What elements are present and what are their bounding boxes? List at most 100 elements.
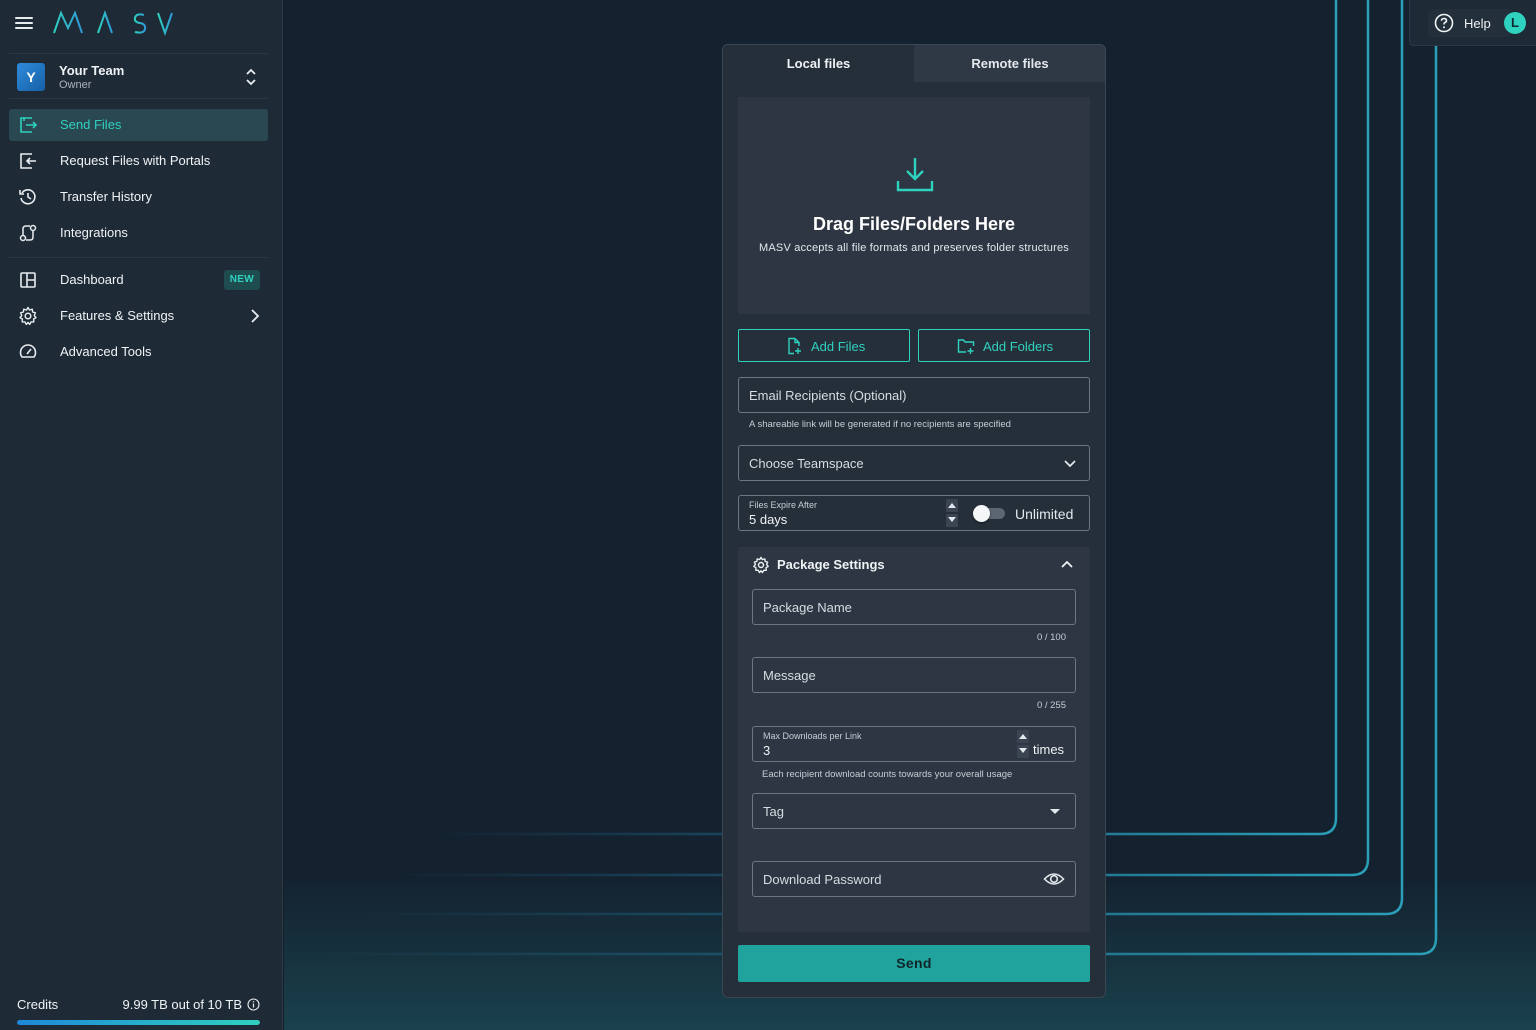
chevron-up-icon	[1061, 560, 1073, 568]
add-folders-label: Add Folders	[983, 339, 1054, 354]
team-name: Your Team	[59, 63, 125, 78]
credits-progress-bar	[17, 1020, 260, 1025]
team-switcher[interactable]: Y Your Team Owner	[9, 53, 268, 99]
sidebar: Y Your Team Owner Send Files Request Fil…	[0, 0, 283, 1030]
stepper-down-button[interactable]	[946, 514, 958, 527]
add-files-button[interactable]: Add Files	[738, 329, 910, 362]
sidebar-item-label: Transfer History	[60, 189, 152, 204]
expiry-stepper[interactable]	[946, 499, 958, 527]
teamspace-select[interactable]: Choose Teamspace	[738, 445, 1090, 481]
chevron-down-icon	[1064, 460, 1076, 468]
add-folder-icon	[957, 339, 975, 354]
package-name-placeholder: Package Name	[763, 600, 852, 615]
tag-select[interactable]: Tag	[752, 793, 1076, 829]
info-icon[interactable]	[247, 998, 260, 1011]
send-button[interactable]: Send	[738, 945, 1090, 982]
sidebar-item-transfer-history[interactable]: Transfer History	[9, 181, 268, 213]
chevron-right-icon	[251, 309, 260, 323]
request-files-icon	[20, 153, 36, 169]
stepper-down-button[interactable]	[1017, 745, 1029, 758]
hamburger-menu-icon[interactable]	[14, 13, 34, 33]
add-file-icon	[788, 337, 801, 355]
caret-down-icon	[1050, 809, 1060, 814]
team-role: Owner	[59, 79, 92, 91]
teamspace-placeholder: Choose Teamspace	[749, 456, 864, 471]
sidebar-item-dashboard[interactable]: Dashboard NEW	[9, 264, 268, 296]
download-icon	[896, 158, 934, 192]
sidebar-item-label: Dashboard	[60, 272, 124, 287]
email-recipients-field[interactable]: Email Recipients (Optional)	[738, 377, 1090, 413]
help-button[interactable]: Help	[1428, 9, 1511, 37]
tag-placeholder: Tag	[763, 804, 784, 819]
add-folders-button[interactable]: Add Folders	[918, 329, 1090, 362]
email-hint: A shareable link will be generated if no…	[749, 419, 1011, 430]
dropzone-title: Drag Files/Folders Here	[812, 214, 1016, 234]
message-placeholder: Message	[763, 668, 816, 683]
credits-panel: Credits 9.99 TB out of 10 TB	[17, 997, 262, 1027]
sidebar-item-integrations[interactable]: Integrations	[9, 217, 268, 249]
send-files-card: Local files Remote files Drag Files/Fold…	[722, 44, 1106, 998]
sidebar-item-advanced-tools[interactable]: Advanced Tools	[9, 336, 268, 368]
credits-progress-fill	[17, 1020, 260, 1025]
caret-down-icon	[948, 517, 956, 522]
file-dropzone[interactable]: Drag Files/Folders Here MASV accepts all…	[738, 97, 1090, 314]
gear-icon	[753, 556, 769, 574]
package-name-counter: 0 / 100	[1036, 632, 1066, 643]
masv-logo	[52, 9, 174, 41]
expand-collapse-icon	[246, 68, 256, 86]
sidebar-item-label: Integrations	[60, 225, 128, 240]
sidebar-item-features-settings[interactable]: Features & Settings	[9, 300, 268, 332]
user-avatar[interactable]: L	[1504, 12, 1526, 34]
max-downloads-stepper[interactable]	[1017, 730, 1029, 758]
gauge-icon	[19, 344, 37, 358]
max-downloads-field: Max Downloads per Link 3 times	[752, 726, 1076, 762]
max-downloads-label: Max Downloads per Link	[763, 731, 862, 741]
sidebar-item-label: Request Files with Portals	[60, 153, 211, 168]
package-settings-panel: Package Settings Package Name 0 / 100 Me…	[738, 547, 1090, 932]
sidebar-item-label: Advanced Tools	[60, 344, 152, 359]
sidebar-item-label: Send Files	[60, 117, 122, 132]
sidebar-topbar	[0, 0, 283, 46]
message-counter: 0 / 255	[1036, 700, 1066, 711]
tab-local-files[interactable]: Local files	[723, 45, 914, 82]
expiry-label: Files Expire After	[749, 500, 818, 510]
package-settings-header[interactable]: Package Settings	[738, 547, 1090, 583]
gear-icon	[19, 306, 37, 326]
max-downloads-hint: Each recipient download counts towards y…	[762, 769, 1013, 780]
help-icon	[1434, 13, 1454, 33]
email-placeholder: Email Recipients (Optional)	[749, 388, 907, 403]
sidebar-divider	[9, 257, 268, 258]
credits-label: Credits	[17, 997, 59, 1012]
times-unit: times	[1033, 742, 1065, 757]
dropzone-subtitle: MASV accepts all file formats and preser…	[759, 242, 1069, 254]
toggle-knob	[973, 505, 990, 522]
help-label: Help	[1464, 16, 1491, 31]
package-name-field[interactable]: Package Name	[752, 589, 1076, 625]
download-password-placeholder: Download Password	[763, 872, 882, 887]
dashboard-icon	[20, 272, 36, 288]
caret-up-icon	[1019, 734, 1027, 739]
download-password-field[interactable]: Download Password	[752, 861, 1076, 897]
caret-down-icon	[1019, 748, 1027, 753]
expiry-value[interactable]: 5 days	[749, 512, 787, 527]
message-field[interactable]: Message	[752, 657, 1076, 693]
stepper-up-button[interactable]	[1017, 730, 1029, 743]
send-files-icon	[20, 117, 38, 133]
add-files-label: Add Files	[811, 339, 866, 354]
tab-remote-files[interactable]: Remote files	[914, 45, 1105, 82]
team-avatar: Y	[17, 63, 45, 91]
max-downloads-value[interactable]: 3	[763, 743, 770, 758]
new-badge: NEW	[223, 270, 260, 290]
history-icon	[19, 189, 36, 205]
package-settings-title: Package Settings	[777, 557, 885, 572]
sidebar-item-request-files[interactable]: Request Files with Portals	[9, 145, 268, 177]
stepper-up-button[interactable]	[946, 499, 958, 512]
unlimited-label: Unlimited	[1015, 506, 1074, 522]
sidebar-item-send-files[interactable]: Send Files	[9, 109, 268, 141]
credits-value: 9.99 TB out of 10 TB	[122, 997, 243, 1012]
integrations-icon	[19, 224, 37, 242]
eye-icon[interactable]	[1043, 870, 1065, 888]
sidebar-item-label: Features & Settings	[60, 308, 175, 323]
unlimited-toggle[interactable]	[973, 505, 1005, 522]
caret-up-icon	[948, 503, 956, 508]
